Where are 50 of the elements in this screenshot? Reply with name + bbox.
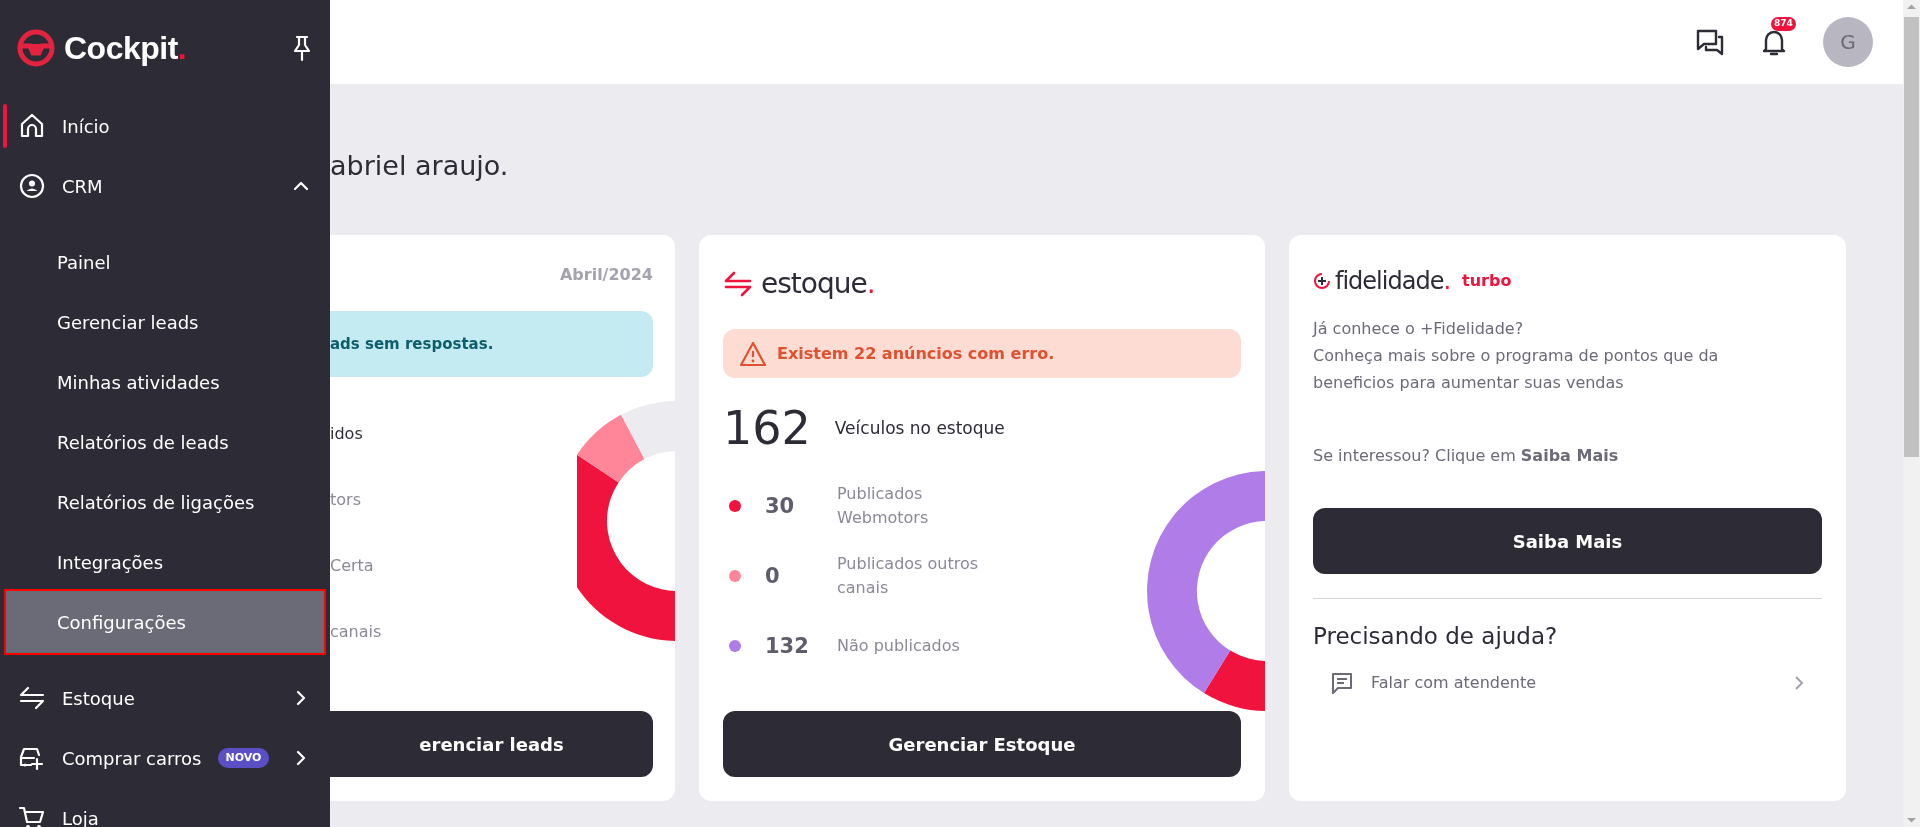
- chat-icon[interactable]: [1695, 27, 1725, 57]
- legend-label: Publicados Webmotors: [837, 483, 930, 530]
- submenu-item[interactable]: Gerenciar leads: [0, 292, 330, 352]
- legend-label: tors: [330, 489, 362, 512]
- notification-badge: 874: [1771, 17, 1796, 31]
- estoque-logo-text: estoque.: [761, 266, 875, 303]
- warning-icon: [739, 340, 767, 367]
- legend-label: idos: [330, 423, 364, 446]
- turbo-tag: turbo: [1462, 269, 1512, 294]
- legend-label: Publicados outros canais: [837, 553, 980, 600]
- greeting-text: abriel araujo.: [330, 150, 510, 183]
- sidebar-item[interactable]: Início: [0, 96, 330, 156]
- sidebar-item[interactable]: Estoque: [0, 668, 330, 728]
- legend-value: 30: [765, 492, 796, 520]
- learn-more-button[interactable]: Saiba Mais: [1313, 508, 1822, 575]
- sidebar-item[interactable]: Comprar carros NOVO: [0, 728, 330, 788]
- fidelidade-logo-text: fidelidade.: [1335, 266, 1451, 298]
- total-count: 162: [723, 400, 811, 458]
- legend-value: 132: [765, 632, 810, 660]
- manage-leads-button[interactable]: erenciar leads: [330, 711, 653, 778]
- manage-stock-button[interactable]: Gerenciar Estoque: [723, 711, 1241, 778]
- alert-text: Existem 22 anúncios com erro.: [777, 342, 1055, 365]
- help-title: Precisando de ajuda?: [1313, 622, 1559, 652]
- steering-wheel-icon: [16, 28, 56, 68]
- alert-text: ads sem respostas.: [330, 311, 653, 378]
- legend-label: canais: [330, 621, 383, 644]
- submenu-item[interactable]: Relatórios de leads: [0, 412, 330, 472]
- logo-text: Cockpit.: [64, 29, 187, 68]
- swap-arrows-icon: [18, 684, 46, 712]
- intro-text: Conheça mais sobre o programa de pontos que da beneficios para aumentar suas vendas: [1313, 345, 1720, 395]
- period-label: Abril/2024: [558, 264, 653, 287]
- intro-text: Já conhece o +Fidelidade?: [1313, 318, 1525, 341]
- cta-text: Se interessou? Clique em Saiba Mais: [1313, 445, 1620, 468]
- sidebar-item[interactable]: CRM: [0, 156, 330, 216]
- cart-icon: [18, 804, 46, 827]
- submenu-item[interactable]: Minhas atividades: [0, 352, 330, 412]
- submenu-item[interactable]: Integrações: [0, 532, 330, 592]
- home-icon: [18, 112, 46, 140]
- user-circle-icon: [18, 172, 46, 200]
- submenu-item[interactable]: Painel: [0, 232, 330, 292]
- legend-label: Certa: [330, 555, 375, 578]
- chevron-right-icon: [1792, 673, 1806, 692]
- legend-label: Não publicados: [837, 635, 961, 658]
- submenu-item[interactable]: Relatórios de ligações: [0, 472, 330, 532]
- plus-circle-icon: [1313, 272, 1331, 291]
- help-link[interactable]: Falar com atendente: [1313, 669, 1822, 696]
- new-badge: NOVO: [217, 747, 270, 769]
- legend-value: 0: [765, 562, 781, 590]
- submenu-item[interactable]: Configurações: [4, 589, 326, 655]
- total-label: Veículos no estoque: [834, 417, 1005, 441]
